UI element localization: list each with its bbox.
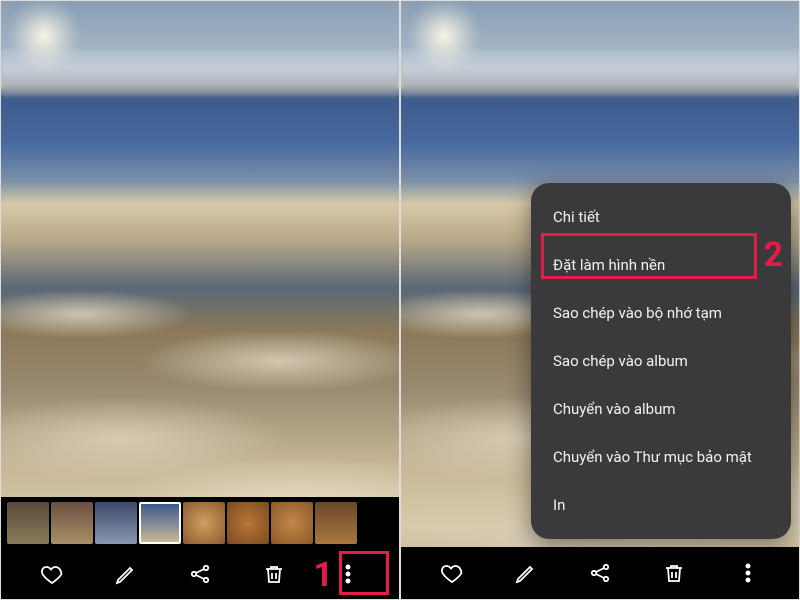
bottom-bar xyxy=(1,497,399,599)
delete-button[interactable] xyxy=(652,551,696,595)
action-bar xyxy=(401,547,799,599)
step-number-1: 1 xyxy=(313,555,333,595)
step-number-2: 2 xyxy=(763,235,783,275)
menu-item-move-album[interactable]: Chuyển vào album xyxy=(531,385,791,433)
trash-icon xyxy=(262,562,286,586)
thumbnail[interactable] xyxy=(7,502,49,544)
menu-item-copy-album[interactable]: Sao chép vào album xyxy=(531,337,791,385)
edit-button[interactable] xyxy=(104,552,148,596)
delete-button[interactable] xyxy=(252,552,296,596)
heart-icon xyxy=(40,562,64,586)
thumbnail[interactable] xyxy=(227,502,269,544)
share-icon xyxy=(588,561,612,585)
screen-right: Chi tiết Đặt làm hình nền Sao chép vào b… xyxy=(400,0,800,600)
menu-item-print[interactable]: In xyxy=(531,481,791,529)
thumbnail[interactable] xyxy=(183,502,225,544)
favorite-button[interactable] xyxy=(430,551,474,595)
thumbnail[interactable] xyxy=(315,502,357,544)
more-vertical-icon xyxy=(736,561,760,585)
menu-item-copy-clipboard[interactable]: Sao chép vào bộ nhớ tạm xyxy=(531,289,791,337)
menu-item-details[interactable]: Chi tiết xyxy=(531,193,791,241)
more-menu-popup: Chi tiết Đặt làm hình nền Sao chép vào b… xyxy=(531,183,791,539)
more-button[interactable] xyxy=(726,551,770,595)
screen-left: 1 xyxy=(0,0,400,600)
action-bar xyxy=(1,549,399,599)
thumbnail[interactable] xyxy=(271,502,313,544)
edit-button[interactable] xyxy=(504,551,548,595)
pencil-icon xyxy=(514,561,538,585)
thumbnail-selected[interactable] xyxy=(139,502,181,544)
more-vertical-icon xyxy=(336,562,360,586)
share-button[interactable] xyxy=(578,551,622,595)
trash-icon xyxy=(662,561,686,585)
thumbnail[interactable] xyxy=(51,502,93,544)
thumbnail-strip[interactable] xyxy=(1,497,399,549)
pencil-icon xyxy=(114,562,138,586)
bottom-bar xyxy=(401,547,799,599)
menu-item-set-wallpaper[interactable]: Đặt làm hình nền xyxy=(531,241,791,289)
thumbnail[interactable] xyxy=(95,502,137,544)
heart-icon xyxy=(440,561,464,585)
share-button[interactable] xyxy=(178,552,222,596)
share-icon xyxy=(188,562,212,586)
favorite-button[interactable] xyxy=(30,552,74,596)
menu-item-move-secure[interactable]: Chuyển vào Thư mục bảo mật xyxy=(531,433,791,481)
